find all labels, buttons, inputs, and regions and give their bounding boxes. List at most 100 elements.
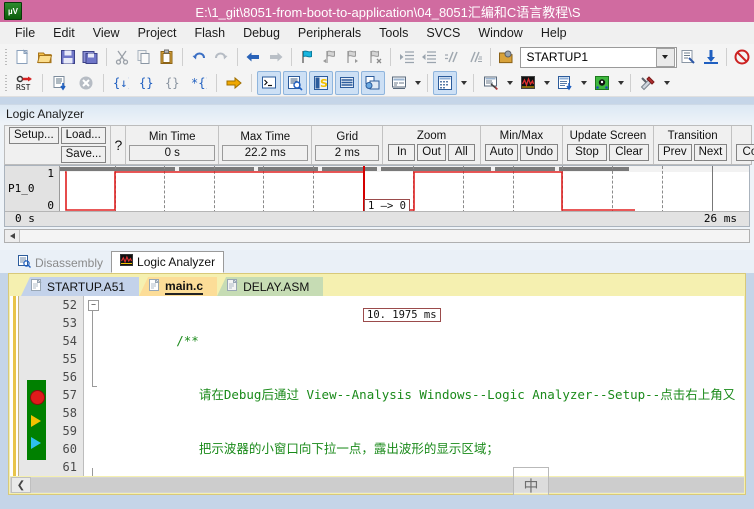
save-icon[interactable]	[57, 45, 78, 69]
menu-svcs[interactable]: SVCS	[417, 23, 469, 43]
cut-icon[interactable]	[111, 45, 132, 69]
tab-startup-a51[interactable]: STARTUP.A51	[21, 277, 140, 296]
zoom-all-button[interactable]: All	[447, 144, 475, 161]
menu-help[interactable]: Help	[532, 23, 576, 43]
scroll-track[interactable]	[31, 478, 744, 492]
chevron-down-icon[interactable]	[458, 72, 469, 94]
call-stack-icon[interactable]	[361, 71, 385, 95]
step-over-icon[interactable]: {}↓	[135, 71, 159, 95]
tab-logic-analyzer[interactable]: Logic Analyzer	[111, 251, 225, 273]
disassembly-icon[interactable]	[283, 71, 307, 95]
redo-icon[interactable]	[211, 45, 232, 69]
run-to-cursor-icon[interactable]: *{}	[187, 71, 211, 95]
symbols-icon[interactable]: S	[309, 71, 333, 95]
chevron-down-icon[interactable]	[504, 72, 515, 94]
transition-prev-button[interactable]: Prev	[657, 144, 692, 161]
menu-flash[interactable]: Flash	[185, 23, 234, 43]
forward-icon[interactable]	[265, 45, 286, 69]
waveform-plot[interactable]: 1 P1_0 0 1 —> 0 0 s 26 ms	[4, 165, 750, 227]
registers-icon[interactable]	[335, 71, 359, 95]
analysis-icon[interactable]	[516, 71, 540, 95]
new-file-icon[interactable]	[12, 45, 33, 69]
outdent-icon[interactable]	[419, 45, 440, 69]
toolbar-grip[interactable]	[3, 73, 10, 93]
menu-project[interactable]: Project	[129, 23, 186, 43]
memory-icon[interactable]	[433, 71, 457, 95]
show-next-statement-icon[interactable]	[222, 71, 246, 95]
menu-file[interactable]: File	[6, 23, 44, 43]
toolbox-icon[interactable]	[636, 71, 660, 95]
chevron-down-icon[interactable]	[615, 72, 626, 94]
editor-hscrollbar[interactable]: ❮	[10, 477, 744, 493]
help-button[interactable]: ?	[114, 138, 122, 152]
undo-icon[interactable]	[188, 45, 209, 69]
jump-code-button[interactable]: Code	[736, 144, 754, 161]
chevron-down-icon[interactable]	[655, 47, 675, 67]
zoom-in-button[interactable]: In	[388, 144, 416, 161]
command-window-icon[interactable]	[257, 71, 281, 95]
update-stop-button[interactable]: Stop	[566, 144, 607, 161]
min-time-value[interactable]: 0 s	[129, 144, 216, 161]
build-target-icon[interactable]	[678, 45, 699, 69]
chevron-down-icon[interactable]	[412, 72, 423, 94]
waveform-hscrollbar[interactable]	[4, 229, 750, 243]
bookmark-next-icon[interactable]	[342, 45, 363, 69]
tab-main-c[interactable]: main.c	[139, 277, 218, 296]
system-viewer-icon[interactable]	[590, 71, 614, 95]
chevron-down-icon[interactable]	[541, 72, 552, 94]
menu-tools[interactable]: Tools	[370, 23, 417, 43]
code-text[interactable]: /** 请在Debug后通过 View--Analysis Windows--L…	[101, 296, 744, 476]
stop-icon[interactable]	[74, 71, 98, 95]
setup-button[interactable]: Setup...	[9, 127, 59, 144]
bookmark-gutter[interactable]	[10, 296, 19, 476]
indent-icon[interactable]	[396, 45, 417, 69]
save-button[interactable]: Save...	[60, 146, 107, 163]
menu-window[interactable]: Window	[469, 23, 531, 43]
chevron-down-icon[interactable]	[661, 72, 672, 94]
scroll-left-arrow[interactable]	[5, 230, 20, 242]
grid-value[interactable]: 2 ms	[315, 144, 380, 161]
bookmark-clear-icon[interactable]	[365, 45, 386, 69]
menu-peripherals[interactable]: Peripherals	[289, 23, 370, 43]
transition-next-button[interactable]: Next	[693, 144, 728, 161]
toolbar-grip[interactable]	[3, 47, 9, 67]
zoom-out-button[interactable]: Out	[417, 144, 446, 161]
trace-icon[interactable]	[553, 71, 577, 95]
tab-disassembly[interactable]: Disassembly	[10, 253, 112, 273]
breakpoint-icon[interactable]	[30, 390, 45, 405]
target-options-icon[interactable]	[496, 45, 517, 69]
step-out-icon[interactable]: {}↑	[161, 71, 185, 95]
minmax-undo-button[interactable]: Undo	[520, 144, 558, 161]
bookmark-icon[interactable]	[297, 45, 318, 69]
scroll-thumb[interactable]	[20, 230, 749, 242]
fold-collapse-icon[interactable]: −	[88, 300, 99, 311]
target-combo[interactable]: STARTUP1	[520, 46, 677, 68]
stop-build-icon[interactable]	[732, 45, 753, 69]
save-all-icon[interactable]	[80, 45, 101, 69]
batch-build-icon[interactable]	[701, 45, 722, 69]
paste-icon[interactable]	[157, 45, 178, 69]
menu-edit[interactable]: Edit	[44, 23, 84, 43]
menu-view[interactable]: View	[84, 23, 129, 43]
fold-gutter[interactable]: −	[84, 296, 101, 476]
max-time-value[interactable]: 22.2 ms	[222, 144, 309, 161]
uncomment-icon[interactable]	[464, 45, 485, 69]
back-icon[interactable]	[243, 45, 264, 69]
update-clear-button[interactable]: Clear	[608, 144, 649, 161]
bookmark-prev-icon[interactable]	[319, 45, 340, 69]
reset-icon[interactable]: RST	[13, 71, 37, 95]
marker-gutter[interactable]	[19, 296, 46, 476]
code-area[interactable]: 52 53 54 55 56 57 58 59 60 61 62 −	[10, 296, 744, 476]
chevron-down-icon[interactable]	[578, 72, 589, 94]
tab-delay-asm[interactable]: DELAY.ASM	[217, 277, 324, 296]
comment-icon[interactable]	[442, 45, 463, 69]
scroll-left-arrow[interactable]: ❮	[11, 477, 31, 493]
open-folder-icon[interactable]	[35, 45, 56, 69]
load-button[interactable]: Load...	[60, 127, 106, 144]
minmax-auto-button[interactable]: Auto	[484, 144, 519, 161]
menu-debug[interactable]: Debug	[234, 23, 289, 43]
step-icon[interactable]: {↓}	[109, 71, 133, 95]
watch-icon[interactable]	[387, 71, 411, 95]
copy-icon[interactable]	[134, 45, 155, 69]
run-icon[interactable]	[48, 71, 72, 95]
